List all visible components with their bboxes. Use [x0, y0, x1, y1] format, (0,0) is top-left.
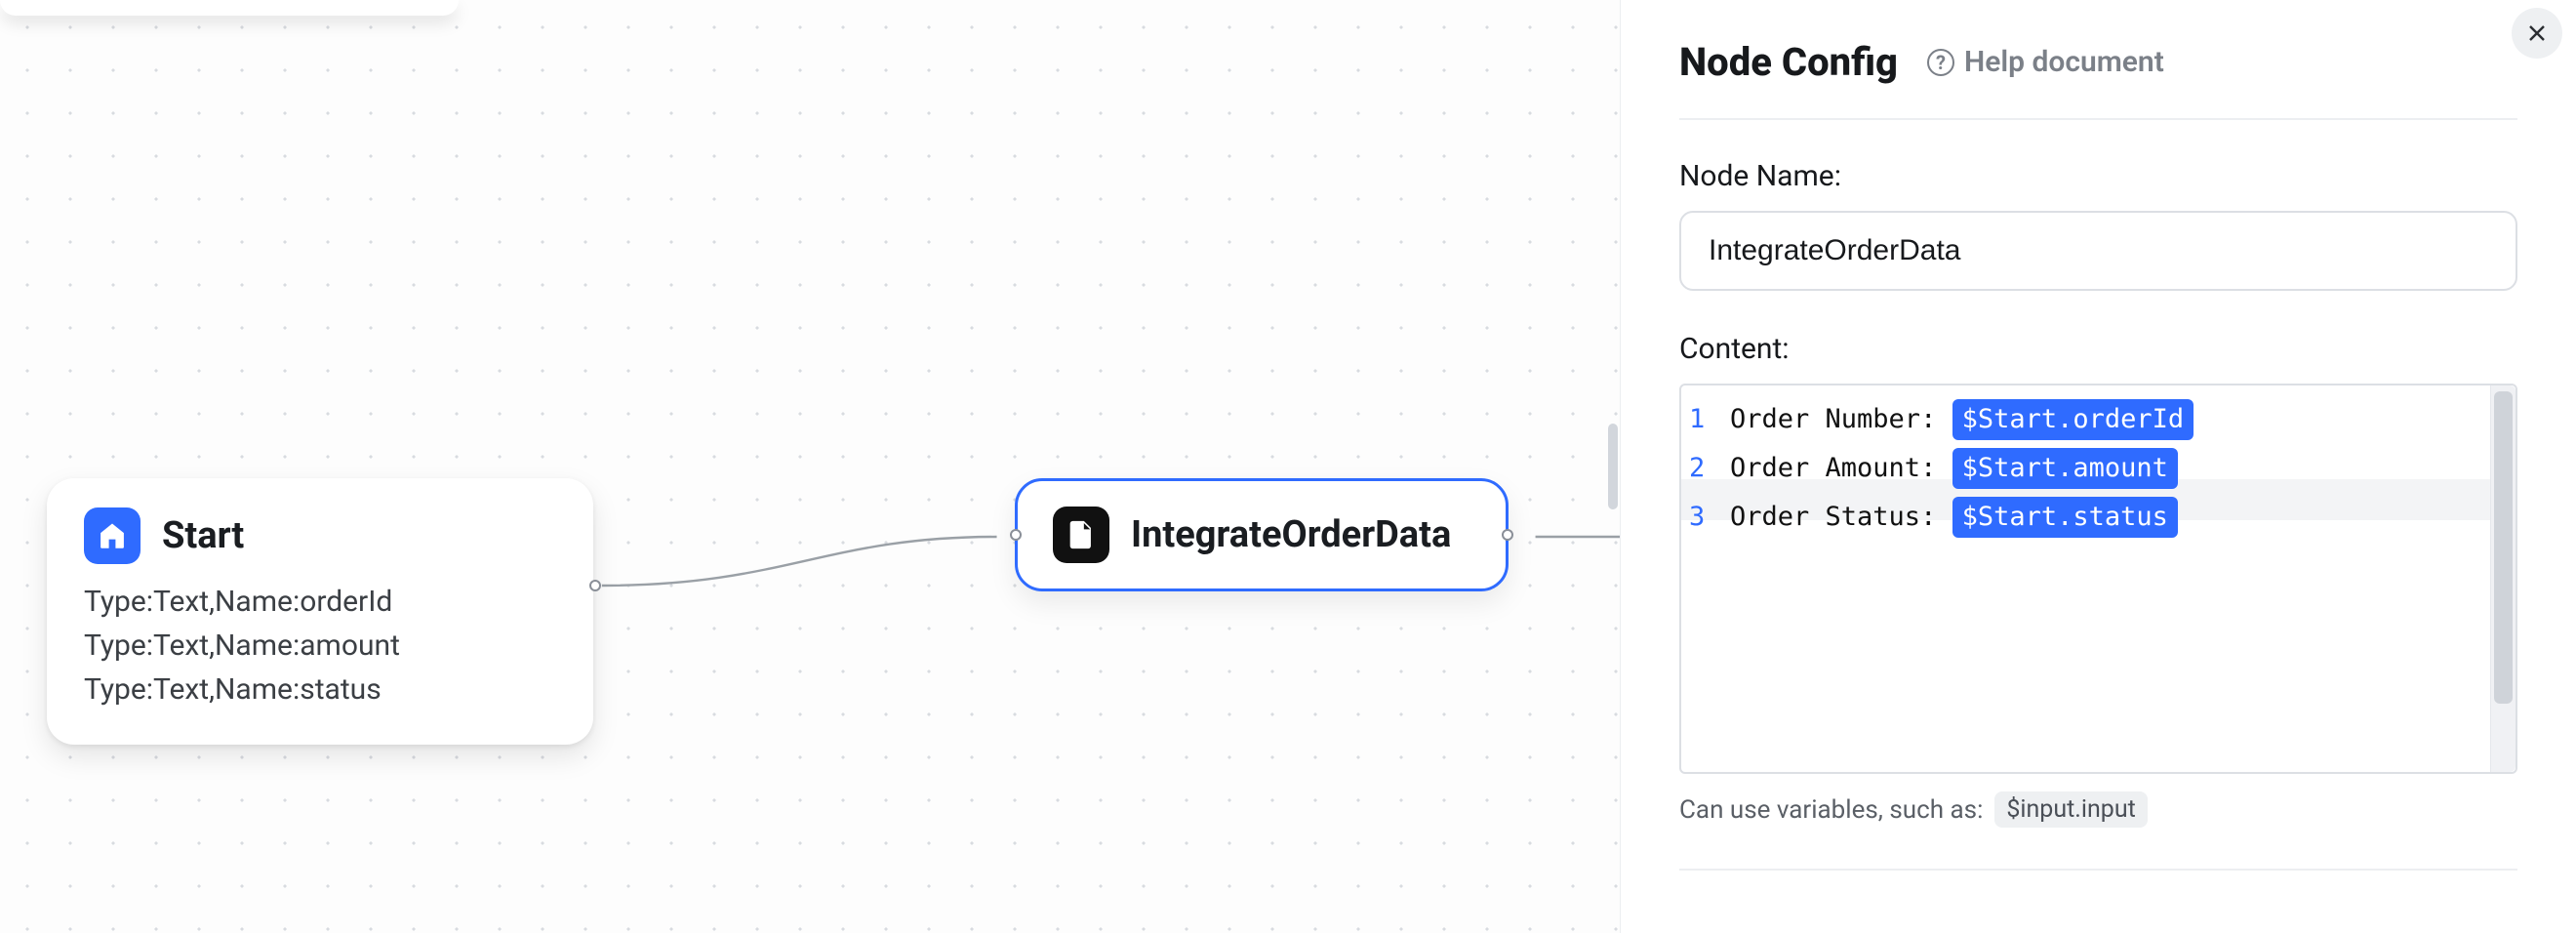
variable-pill[interactable]: $Start.orderId [1952, 399, 2194, 440]
node-start-params: Type:Text,Name:orderId Type:Text,Name:am… [84, 580, 552, 711]
toolbar-fragment [0, 0, 459, 16]
line-number: 1 [1681, 395, 1724, 444]
panel-resize-handle[interactable] [1608, 424, 1618, 509]
node-integrate-title: IntegrateOrderData [1131, 513, 1451, 556]
variable-hint-example: $input.input [1994, 791, 2147, 828]
node-config-panel: Node Config ? Help document Node Name: C… [1620, 0, 2576, 933]
file-icon [1053, 507, 1109, 563]
editor-scrollbar[interactable] [2490, 385, 2516, 772]
editor-line: Order Amount: $Start.amount [1730, 444, 2484, 493]
close-button[interactable] [2512, 8, 2562, 59]
node-integrate-order-data[interactable]: IntegrateOrderData [1015, 478, 1509, 591]
variable-pill[interactable]: $Start.amount [1952, 448, 2178, 489]
node-name-label: Node Name: [1679, 159, 2517, 193]
node-start[interactable]: Start Type:Text,Name:orderId Type:Text,N… [47, 478, 593, 745]
home-icon [84, 507, 141, 564]
scrollbar-thumb[interactable] [2494, 391, 2513, 704]
panel-title: Node Config [1679, 39, 1898, 85]
node-start-param: Type:Text,Name:amount [84, 624, 552, 668]
content-editor[interactable]: 1 2 3 Order Number: $Start.orderId Order… [1679, 384, 2517, 774]
workflow-canvas[interactable]: Start Type:Text,Name:orderId Type:Text,N… [0, 0, 1620, 933]
close-icon [2525, 21, 2549, 45]
editor-line: Order Number: $Start.orderId [1730, 395, 2484, 444]
variable-pill[interactable]: $Start.status [1952, 497, 2178, 538]
line-number: 3 [1681, 493, 1724, 542]
node-integrate-output-port[interactable] [1502, 529, 1513, 541]
help-icon: ? [1927, 49, 1954, 76]
node-integrate-input-port[interactable] [1010, 529, 1022, 541]
line-number: 2 [1681, 444, 1724, 493]
editor-gutter: 1 2 3 [1681, 385, 1724, 772]
node-name-input[interactable] [1679, 211, 2517, 291]
editor-code[interactable]: Order Number: $Start.orderId Order Amoun… [1724, 385, 2490, 772]
content-label: Content: [1679, 332, 2517, 366]
variable-hint-text: Can use variables, such as: [1679, 795, 1983, 825]
edges-layer [0, 0, 1620, 933]
node-start-output-port[interactable] [589, 580, 601, 591]
node-start-param: Type:Text,Name:status [84, 668, 552, 711]
node-start-title: Start [162, 514, 244, 557]
help-document-link[interactable]: ? Help document [1927, 45, 2164, 79]
node-start-param: Type:Text,Name:orderId [84, 580, 552, 624]
editor-line: Order Status: $Start.status [1730, 493, 2484, 542]
help-document-label: Help document [1964, 45, 2164, 79]
